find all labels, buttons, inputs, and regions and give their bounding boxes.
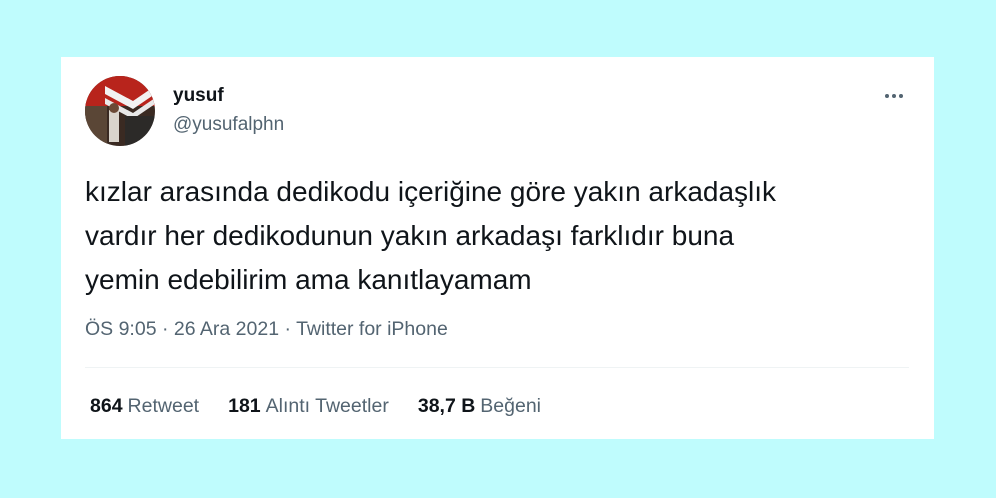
tweet-meta: ÖS 9:05 · 26 Ara 2021 · Twitter for iPho…: [85, 318, 448, 341]
more-dot: [892, 94, 896, 98]
stat-number: 181: [228, 395, 261, 417]
tweet-date[interactable]: 26 Ara 2021: [174, 318, 279, 340]
stat-label: Beğeni: [480, 395, 542, 417]
stat-label: Retweet: [127, 395, 200, 417]
more-dot: [899, 94, 903, 98]
tweet-line: kızlar arasında dedikodu içeriğine göre …: [85, 176, 777, 207]
quote-count[interactable]: 181 Alıntı Tweetler: [228, 395, 389, 418]
meta-separator: ·: [156, 318, 174, 340]
more-horizontal-icon[interactable]: [881, 85, 907, 107]
tweet-source[interactable]: Twitter for iPhone: [296, 318, 448, 340]
tweet-card: yusuf @yusufalphn kızlar arasında dediko…: [61, 57, 934, 439]
tweet-text: kızlar arasında dedikodu içeriğine göre …: [85, 170, 915, 302]
display-name[interactable]: yusuf: [173, 85, 224, 107]
avatar[interactable]: [85, 76, 155, 146]
user-handle[interactable]: @yusufalphn: [173, 114, 284, 136]
stat-number: 38,7 B: [417, 395, 476, 417]
tweet-time[interactable]: ÖS 9:05: [85, 318, 157, 340]
more-dot: [885, 94, 889, 98]
stat-number: 864: [90, 395, 123, 417]
divider: [85, 367, 909, 368]
tweet-line: vardır her dedikodunun yakın arkadaşı fa…: [85, 220, 735, 251]
meta-separator: ·: [279, 318, 297, 340]
tweet-stats: 864 Retweet 181 Alıntı Tweetler 38,7 B Beğe…: [90, 395, 541, 418]
stat-label: Alıntı Tweetler: [265, 395, 389, 417]
avatar-image: [85, 76, 155, 146]
retweet-count[interactable]: 864 Retweet: [90, 395, 199, 418]
like-count[interactable]: 38,7 B Beğeni: [418, 395, 541, 418]
tweet-line: yemin edebilirim ama kanıtlayamam: [85, 264, 532, 295]
